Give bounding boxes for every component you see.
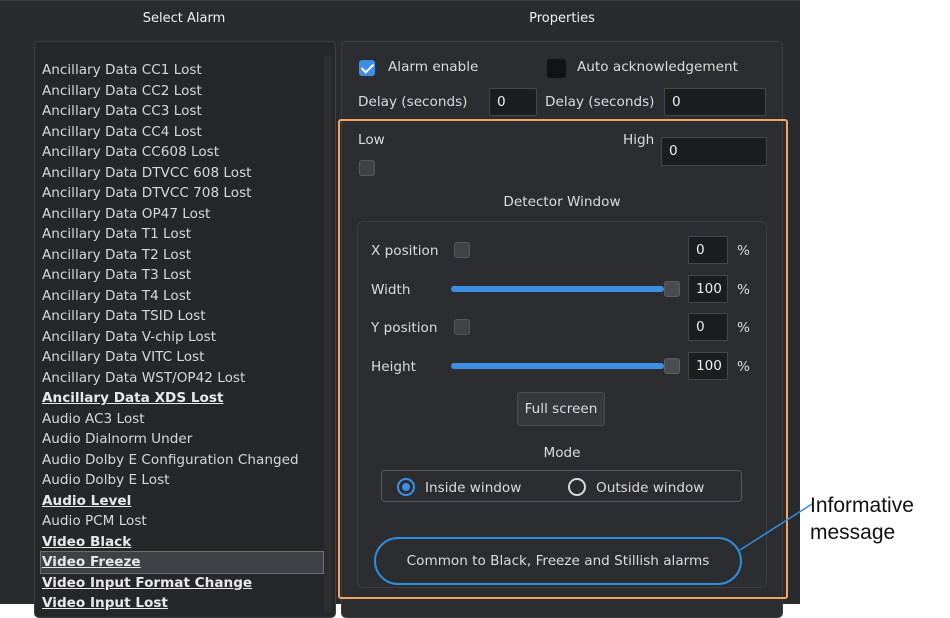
alarm-list-item[interactable]: Ancillary Data OP47 Lost <box>41 204 323 225</box>
alarm-list-item[interactable]: Audio Level <box>41 491 323 512</box>
callout-text: Informative message <box>810 492 914 546</box>
auto-acknowledgement-label: Auto acknowledgement <box>577 59 738 75</box>
alarm-enable-label: Alarm enable <box>388 59 479 75</box>
alarm-list-item[interactable]: Ancillary Data V-chip Lost <box>41 327 323 348</box>
auto-acknowledgement-checkbox[interactable] <box>547 59 566 78</box>
delay-label-2: Delay (seconds) <box>545 94 655 110</box>
alarm-list-item[interactable]: Ancillary Data WST/OP42 Lost <box>41 368 323 389</box>
alarm-list-item[interactable]: Ancillary Data CC3 Lost <box>41 101 323 122</box>
alarm-list-item[interactable]: Audio AC3 Lost <box>41 409 323 430</box>
delay-seconds-field-1[interactable]: 0 <box>489 88 537 116</box>
alarm-list-item[interactable]: Ancillary Data DTVCC 608 Lost <box>41 163 323 184</box>
alarm-list-item[interactable]: Ancillary Data XDS Lost <box>41 388 323 409</box>
alarm-list-panel: Ancillary Data CC1 Lost Ancillary Data CC… <box>34 41 336 618</box>
alarm-list-item[interactable]: Ancillary Data CC608 Lost <box>41 142 323 163</box>
alarm-list-item[interactable]: Audio Dolby E Configuration Changed <box>41 450 323 471</box>
alarm-list-item[interactable]: Audio Dolby E Lost <box>41 470 323 491</box>
alarm-list-item[interactable]: Ancillary Data TSID Lost <box>41 306 323 327</box>
alarm-list-item[interactable]: Video Freeze <box>40 551 324 574</box>
alarm-list-item[interactable]: Ancillary Data T3 Lost <box>41 265 323 286</box>
alarm-list-scrollbar[interactable] <box>324 56 332 612</box>
alarm-list-item[interactable]: Ancillary Data CC1 Lost <box>41 60 323 81</box>
callout-line-2: message <box>810 521 896 544</box>
alarm-enable-checkbox[interactable] <box>359 60 375 76</box>
alarm-list-item[interactable]: Ancillary Data T2 Lost <box>41 245 323 266</box>
alarm-list-item[interactable]: Video Input Format Change <box>41 573 323 594</box>
alarm-list: Ancillary Data CC1 Lost Ancillary Data CC… <box>40 60 324 614</box>
callout-line-1: Informative <box>810 494 914 517</box>
alarm-list-item[interactable]: Ancillary Data CC4 Lost <box>41 122 323 143</box>
alarm-list-item[interactable]: Ancillary Data VITC Lost <box>41 347 323 368</box>
alarm-list-item[interactable]: Ancillary Data DTVCC 708 Lost <box>41 183 323 204</box>
select-alarm-heading: Select Alarm <box>142 11 226 26</box>
delay-seconds-field-2[interactable]: 0 <box>664 88 766 116</box>
alarm-list-item[interactable]: Ancillary Data T4 Lost <box>41 286 323 307</box>
alarm-list-item[interactable]: Ancillary Data CC2 Lost <box>41 81 323 102</box>
alarm-list-item[interactable]: Audio Dialnorm Under <box>41 429 323 450</box>
alarm-list-item[interactable]: Video Input Lost <box>41 593 323 614</box>
properties-highlight-frame <box>338 119 788 599</box>
callout-leader-line <box>739 503 813 551</box>
delay-label-1: Delay (seconds) <box>358 94 468 110</box>
alarm-list-item[interactable]: Audio PCM Lost <box>41 511 323 532</box>
alarm-list-item[interactable]: Video Black <box>41 532 323 553</box>
alarm-list-item[interactable]: Ancillary Data T1 Lost <box>41 224 323 245</box>
properties-heading: Properties <box>529 11 595 26</box>
